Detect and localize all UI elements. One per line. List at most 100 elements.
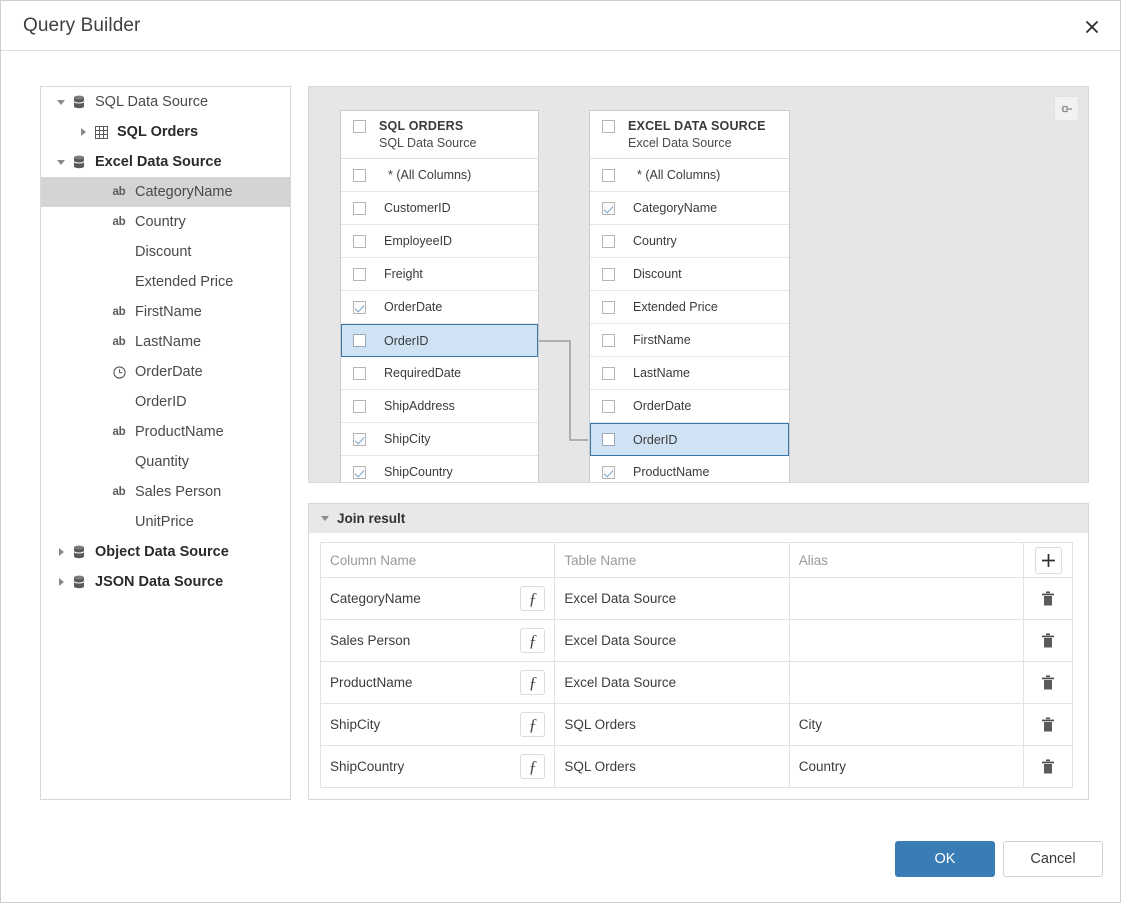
table-column-row[interactable]: * (All Columns) (590, 159, 789, 192)
table-select-checkbox[interactable] (353, 120, 366, 133)
column-checkbox[interactable] (602, 400, 615, 413)
table-card-header[interactable]: SQL ORDERSSQL Data Source (341, 111, 538, 159)
column-checkbox[interactable] (602, 169, 615, 182)
cell-alias[interactable]: City (790, 704, 1024, 745)
add-column-button[interactable] (1035, 547, 1062, 574)
column-checkbox[interactable] (353, 334, 366, 347)
column-checkbox[interactable] (602, 235, 615, 248)
table-column-row[interactable]: EmployeeID (341, 225, 538, 258)
column-checkbox[interactable] (602, 268, 615, 281)
table-column-row[interactable]: OrderID (341, 324, 538, 357)
trash-icon[interactable] (1036, 755, 1060, 779)
table-row[interactable]: CategoryNameƒExcel Data Source (321, 578, 1072, 620)
tree-item-sql-data-source[interactable]: SQL Data Source (41, 87, 290, 117)
tree-item-quantity[interactable]: Quantity (41, 447, 290, 477)
column-checkbox[interactable] (353, 202, 366, 215)
cell-alias[interactable] (790, 620, 1024, 661)
tree-item-unitprice[interactable]: UnitPrice (41, 507, 290, 537)
column-checkbox[interactable] (353, 367, 366, 380)
tree-item-lastname[interactable]: abLastName (41, 327, 290, 357)
column-checkbox[interactable] (353, 433, 366, 446)
column-checkbox[interactable] (602, 367, 615, 380)
close-icon[interactable] (1076, 11, 1108, 43)
table-select-checkbox[interactable] (602, 120, 615, 133)
table-column-row[interactable]: Extended Price (590, 291, 789, 324)
table-column-row[interactable]: ShipCountry (341, 456, 538, 483)
table-column-row[interactable]: RequiredDate (341, 357, 538, 390)
expression-editor-button[interactable]: ƒ (520, 712, 545, 737)
column-checkbox[interactable] (602, 466, 615, 479)
table-column-row[interactable]: FirstName (590, 324, 789, 357)
column-checkbox[interactable] (353, 400, 366, 413)
table-card-excel-data-source[interactable]: EXCEL DATA SOURCEExcel Data Source* (All… (589, 110, 790, 483)
trash-icon[interactable] (1036, 713, 1060, 737)
expression-editor-button[interactable]: ƒ (520, 670, 545, 695)
tree-item-discount[interactable]: Discount (41, 237, 290, 267)
cell-column-name[interactable]: ShipCountryƒ (321, 746, 555, 787)
column-checkbox[interactable] (353, 169, 366, 182)
cell-column-name[interactable]: CategoryNameƒ (321, 578, 555, 619)
table-row[interactable]: ShipCountryƒSQL OrdersCountry (321, 746, 1072, 788)
table-column-row[interactable]: CustomerID (341, 192, 538, 225)
column-checkbox[interactable] (602, 301, 615, 314)
tree-item-firstname[interactable]: abFirstName (41, 297, 290, 327)
data-source-tree[interactable]: SQL Data SourceSQL OrdersExcel Data Sour… (40, 86, 291, 800)
chevron-right-icon[interactable] (53, 537, 69, 567)
cell-column-name[interactable]: ShipCityƒ (321, 704, 555, 745)
trash-icon[interactable] (1036, 587, 1060, 611)
tree-item-sql-orders[interactable]: SQL Orders (41, 117, 290, 147)
table-column-row[interactable]: ProductName (590, 456, 789, 483)
table-column-row[interactable]: * (All Columns) (341, 159, 538, 192)
chevron-right-icon[interactable] (75, 117, 91, 147)
table-column-row[interactable]: OrderDate (341, 291, 538, 324)
chevron-down-icon[interactable] (53, 147, 69, 177)
join-result-section-header[interactable]: Join result (309, 504, 1088, 533)
table-row[interactable]: ProductNameƒExcel Data Source (321, 662, 1072, 704)
cell-column-name[interactable]: Sales Personƒ (321, 620, 555, 661)
column-checkbox[interactable] (353, 301, 366, 314)
cancel-button[interactable]: Cancel (1003, 841, 1103, 877)
table-column-row[interactable]: Freight (341, 258, 538, 291)
table-card-header[interactable]: EXCEL DATA SOURCEExcel Data Source (590, 111, 789, 159)
tree-item-orderid[interactable]: OrderID (41, 387, 290, 417)
ok-button[interactable]: OK (895, 841, 995, 877)
table-column-row[interactable]: Country (590, 225, 789, 258)
tree-item-productname[interactable]: abProductName (41, 417, 290, 447)
table-column-row[interactable]: Discount (590, 258, 789, 291)
expression-editor-button[interactable]: ƒ (520, 628, 545, 653)
tree-item-json-data-source[interactable]: JSON Data Source (41, 567, 290, 597)
column-checkbox[interactable] (353, 235, 366, 248)
chevron-right-icon[interactable] (53, 567, 69, 597)
tree-item-categoryname[interactable]: abCategoryName (41, 177, 290, 207)
trash-icon[interactable] (1036, 629, 1060, 653)
chevron-down-icon[interactable] (53, 87, 69, 117)
column-checkbox[interactable] (353, 268, 366, 281)
table-column-row[interactable]: CategoryName (590, 192, 789, 225)
expression-editor-button[interactable]: ƒ (520, 754, 545, 779)
tree-item-object-data-source[interactable]: Object Data Source (41, 537, 290, 567)
column-checkbox[interactable] (602, 202, 615, 215)
cell-alias[interactable] (790, 578, 1024, 619)
table-column-row[interactable]: OrderID (590, 423, 789, 456)
tree-item-excel-data-source[interactable]: Excel Data Source (41, 147, 290, 177)
cell-column-name[interactable]: ProductNameƒ (321, 662, 555, 703)
table-row[interactable]: Sales PersonƒExcel Data Source (321, 620, 1072, 662)
column-checkbox[interactable] (353, 466, 366, 479)
column-checkbox[interactable] (602, 334, 615, 347)
tree-item-extended-price[interactable]: Extended Price (41, 267, 290, 297)
expression-editor-button[interactable]: ƒ (520, 586, 545, 611)
cell-alias[interactable] (790, 662, 1024, 703)
tree-item-country[interactable]: abCountry (41, 207, 290, 237)
cell-alias[interactable]: Country (790, 746, 1024, 787)
trash-icon[interactable] (1036, 671, 1060, 695)
join-diagram-canvas[interactable]: SQL ORDERSSQL Data Source* (All Columns)… (308, 86, 1089, 483)
table-column-row[interactable]: ShipAddress (341, 390, 538, 423)
table-card-sql-orders[interactable]: SQL ORDERSSQL Data Source* (All Columns)… (340, 110, 539, 483)
tree-item-orderdate[interactable]: OrderDate (41, 357, 290, 387)
tree-item-sales-person[interactable]: abSales Person (41, 477, 290, 507)
table-column-row[interactable]: LastName (590, 357, 789, 390)
column-checkbox[interactable] (602, 433, 615, 446)
table-column-row[interactable]: ShipCity (341, 423, 538, 456)
table-column-row[interactable]: OrderDate (590, 390, 789, 423)
table-row[interactable]: ShipCityƒSQL OrdersCity (321, 704, 1072, 746)
